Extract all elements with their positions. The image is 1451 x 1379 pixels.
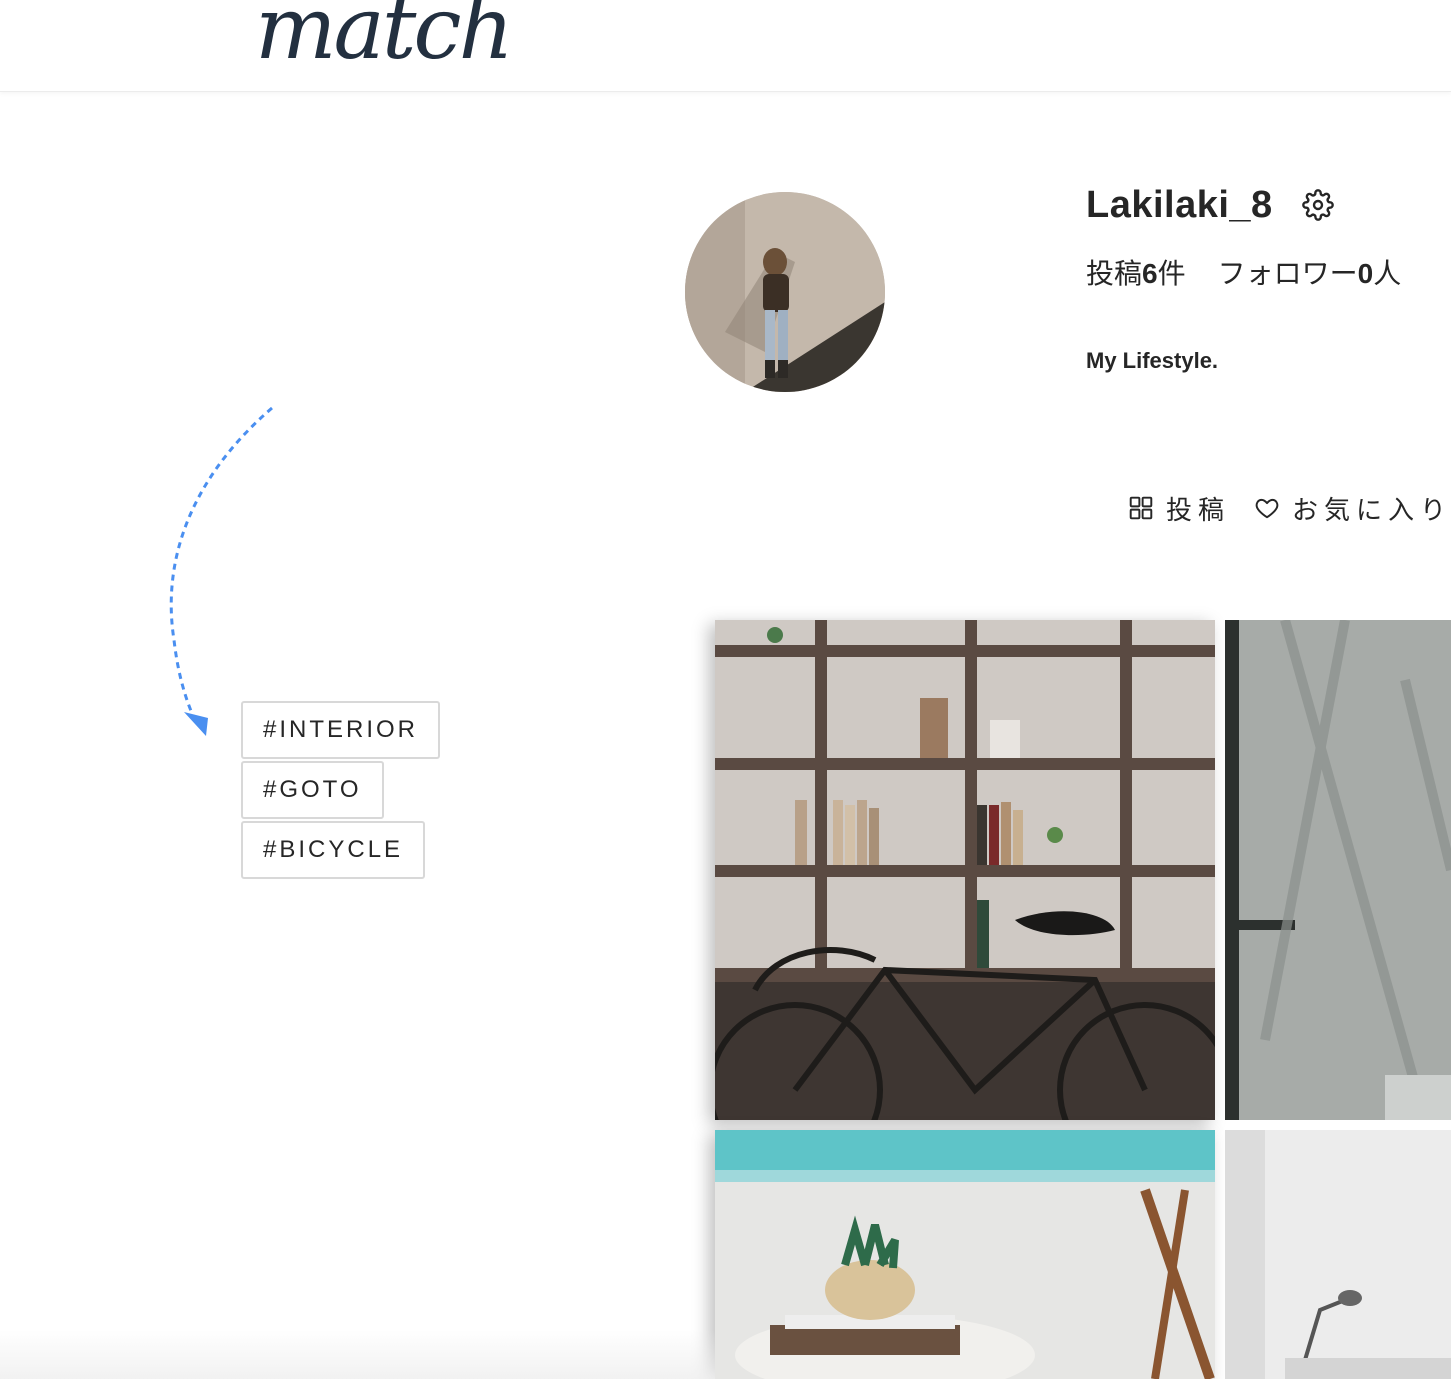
post-thumbnail-plant[interactable] xyxy=(715,1130,1215,1379)
profile-avatar[interactable] xyxy=(685,192,885,392)
tab-favorites-label: お気に入り xyxy=(1292,495,1451,525)
avatar-photo xyxy=(685,192,885,392)
posts-count: 6 xyxy=(1142,258,1158,289)
profile-stats: 投稿6件 フォロワー0人 xyxy=(1086,252,1401,292)
settings-gear-icon[interactable] xyxy=(1301,188,1335,222)
bicycle-shelf-photo xyxy=(715,620,1215,1120)
followers-unit: 人 xyxy=(1373,258,1402,289)
posts-label: 投稿 xyxy=(1086,258,1143,289)
desk-lamp-photo xyxy=(1225,1130,1451,1379)
grid-icon xyxy=(1128,495,1156,523)
posts-stat[interactable]: 投稿6件 xyxy=(1086,258,1186,289)
window-shadow-photo xyxy=(1225,620,1451,1120)
followers-label: フォロワー xyxy=(1217,258,1358,289)
followers-stat[interactable]: フォロワー0人 xyxy=(1218,258,1402,289)
followers-count: 0 xyxy=(1357,258,1374,289)
tab-posts[interactable]: 投稿 xyxy=(1128,490,1230,527)
post-thumbnail-window[interactable] xyxy=(1225,620,1451,1120)
match-logo[interactable]: match xyxy=(255,0,514,72)
username: Lakilaki_8 xyxy=(1086,183,1273,226)
tag-bicycle[interactable]: #BICYCLE xyxy=(241,821,426,879)
heart-icon xyxy=(1254,495,1282,523)
profile-tabs: 投稿 お気に入り xyxy=(1128,490,1451,527)
post-thumbnail-bicycle[interactable] xyxy=(715,620,1215,1120)
succulent-plant-photo xyxy=(715,1130,1215,1379)
tab-favorites[interactable]: お気に入り xyxy=(1254,490,1451,527)
tag-interior[interactable]: #INTERIOR xyxy=(241,701,441,759)
tab-posts-label: 投稿 xyxy=(1166,495,1231,525)
bottom-shadow xyxy=(0,1330,715,1379)
profile-header: Lakilaki_8 xyxy=(1086,180,1335,230)
post-thumbnail-lamp[interactable] xyxy=(1225,1130,1451,1379)
posts-unit: 件 xyxy=(1157,258,1186,289)
top-navigation-bar: match xyxy=(0,0,1451,92)
profile-bio: My Lifestyle. xyxy=(1086,348,1219,373)
dashed-arrow-icon xyxy=(169,406,273,736)
tag-goto[interactable]: #GOTO xyxy=(241,761,384,819)
